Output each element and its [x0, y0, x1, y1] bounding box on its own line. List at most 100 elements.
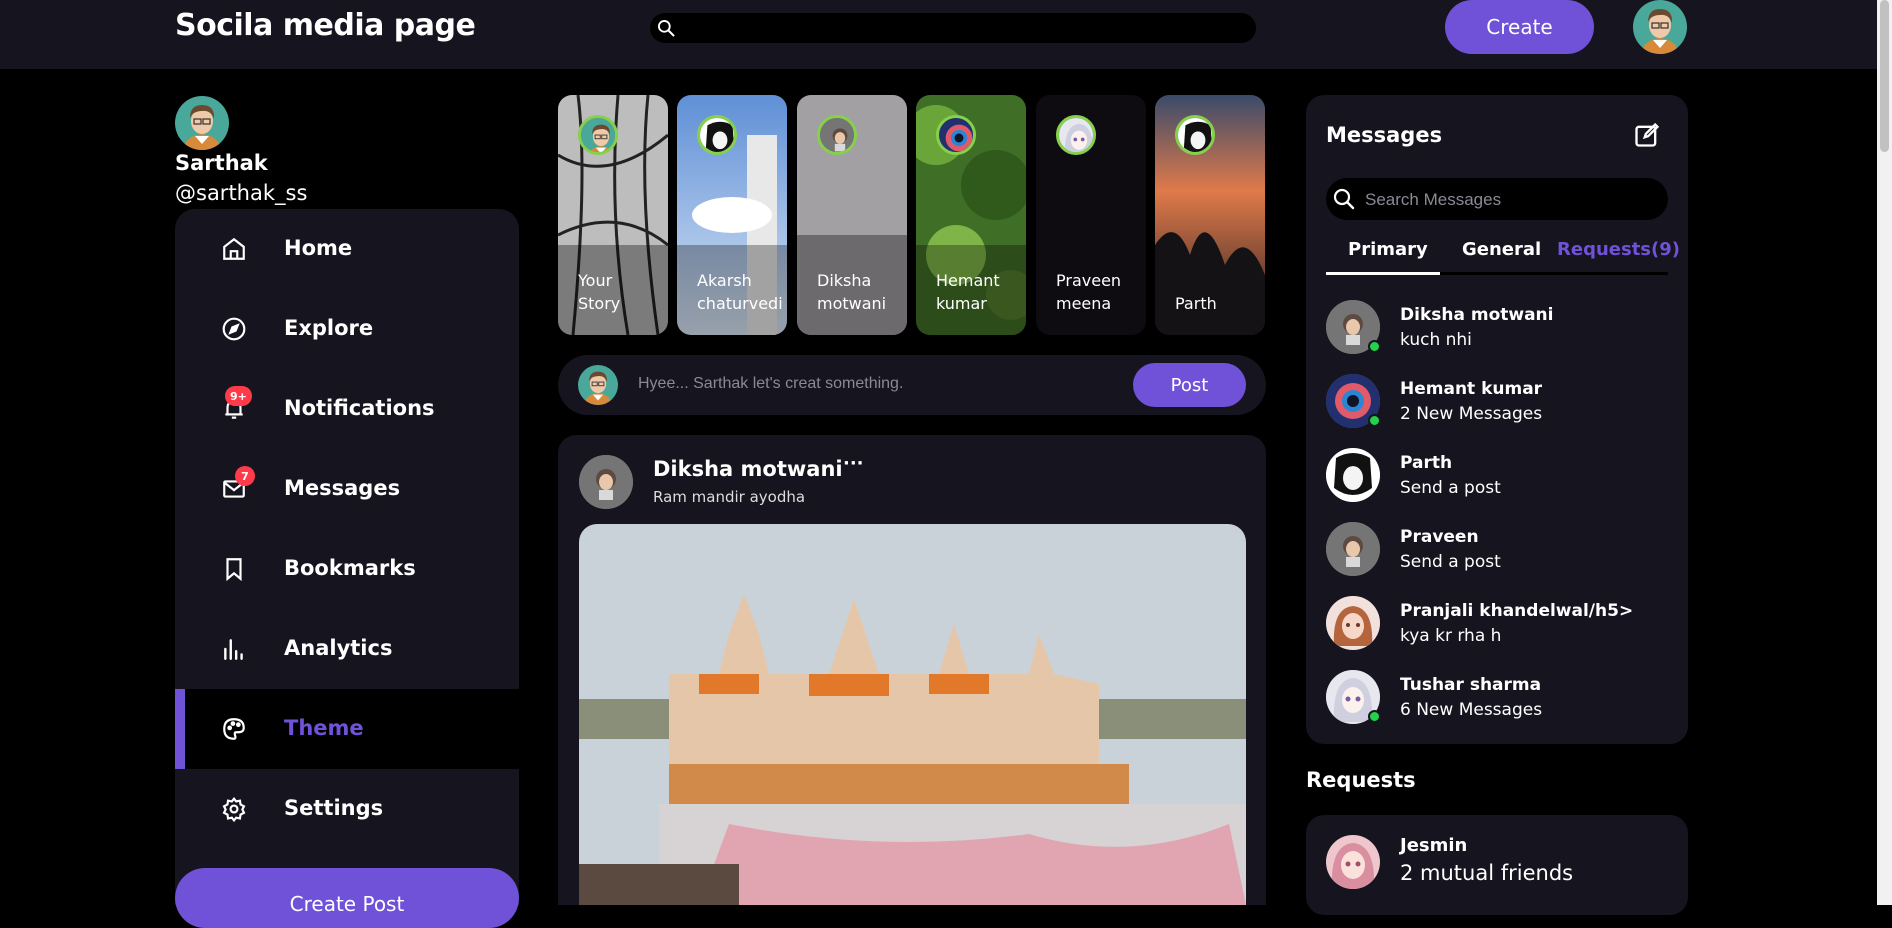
search-input[interactable]	[650, 13, 1256, 43]
message-sender: Parth	[1400, 453, 1453, 473]
message-sender: Pranjali khandelwal/h5>	[1400, 601, 1634, 621]
create-post-button[interactable]: Create Post	[175, 868, 519, 928]
edit-icon[interactable]	[1633, 121, 1661, 149]
avatar	[1326, 596, 1380, 650]
tab-requests[interactable]: Requests(9)	[1557, 239, 1680, 260]
sidebar-item-bookmarks[interactable]: Bookmarks	[175, 529, 519, 609]
story-card[interactable]: Hemant kumar	[916, 95, 1026, 335]
story-name: Diksha motwani	[817, 271, 887, 313]
more-options-icon[interactable]: ···	[843, 453, 864, 474]
create-button[interactable]: Create	[1445, 0, 1594, 54]
message-badge: 7	[235, 466, 255, 486]
story-avatar	[697, 115, 737, 155]
sidebar-item-label: Home	[284, 236, 353, 260]
messages-search-input[interactable]: Search Messages	[1326, 178, 1668, 220]
messages-title: Messages	[1326, 123, 1443, 147]
composer-input[interactable]: Hyee... Sarthak let's creat something.	[638, 375, 903, 393]
avatar	[1326, 522, 1380, 576]
profile-avatar[interactable]	[175, 96, 229, 150]
story-card[interactable]: Your Story	[558, 95, 668, 335]
active-indicator	[175, 689, 185, 769]
tab-general[interactable]: General	[1462, 239, 1541, 260]
feed-post: Diksha motwani Ram mandir ayodha ···	[558, 435, 1266, 905]
story-name: Akarsh chaturvedi	[697, 271, 783, 313]
requests-title: Requests	[1306, 768, 1416, 792]
story-card[interactable]: Parth	[1155, 95, 1265, 335]
avatar	[1326, 448, 1380, 502]
request-name: Jesmin	[1400, 835, 1468, 856]
sidebar-item-notifications[interactable]: 9+ Notifications	[175, 369, 519, 449]
home-icon	[223, 237, 245, 260]
tab-indicator	[1326, 272, 1440, 275]
story-avatar	[578, 115, 618, 155]
palette-icon	[223, 718, 245, 740]
sidebar-item-label: Theme	[284, 716, 364, 740]
story-name: Parth	[1175, 294, 1217, 313]
post-image	[579, 524, 1246, 905]
post-location: Ram mandir ayodha	[653, 488, 806, 506]
profile-handle: @sarthak_ss	[175, 181, 308, 205]
bar-chart-icon	[224, 639, 243, 660]
message-item[interactable]: Pranjali khandelwal/h5> kya kr rha h	[1326, 596, 1668, 656]
online-indicator	[1368, 710, 1381, 723]
avatar[interactable]	[579, 455, 633, 509]
profile-name: Sarthak	[175, 151, 268, 175]
search-icon	[658, 20, 675, 37]
compass-icon	[222, 317, 246, 341]
gear-icon	[222, 796, 246, 822]
scrollbar-thumb[interactable]	[1880, 0, 1889, 152]
message-preview: Send a post	[1400, 478, 1501, 498]
avatar[interactable]	[1633, 0, 1687, 54]
post-composer: Hyee... Sarthak let's creat something. P…	[558, 355, 1266, 415]
sidebar-item-theme[interactable]: Theme	[175, 689, 519, 769]
story-card[interactable]: Praveen meena	[1036, 95, 1146, 335]
message-sender: Praveen	[1400, 527, 1479, 547]
message-item[interactable]: Diksha motwani kuch nhi	[1326, 300, 1668, 360]
scrollbar[interactable]	[1877, 0, 1892, 905]
message-preview: 6 New Messages	[1400, 700, 1543, 720]
message-preview: Send a post	[1400, 552, 1501, 572]
post-author[interactable]: Diksha motwani	[653, 457, 843, 481]
messages-panel: Messages Search Messages Primary General…	[1306, 95, 1688, 744]
request-mutual: 2 mutual friends	[1400, 861, 1574, 885]
message-item[interactable]: Parth Send a post	[1326, 448, 1668, 508]
sidebar-item-label: Messages	[284, 476, 401, 500]
tab-primary[interactable]: Primary	[1348, 239, 1428, 260]
notification-badge: 9+	[225, 386, 252, 406]
search-icon	[1333, 188, 1355, 210]
story-card[interactable]: Akarsh chaturvedi	[677, 95, 787, 335]
sidebar-item-explore[interactable]: Explore	[175, 289, 519, 369]
story-avatar	[817, 115, 857, 155]
story-name: Your Story	[578, 271, 621, 313]
top-navbar: Socila media page Create	[0, 0, 1877, 69]
bookmark-icon	[226, 558, 242, 582]
story-avatar	[1056, 115, 1096, 155]
sidebar-item-label: Analytics	[284, 636, 393, 660]
sidebar-item-analytics[interactable]: Analytics	[175, 609, 519, 689]
sidebar-item-label: Settings	[284, 796, 384, 820]
message-tabs: Primary General Requests(9)	[1326, 235, 1680, 275]
friend-request-card[interactable]: Jesmin 2 mutual friends	[1306, 815, 1688, 915]
online-indicator	[1368, 340, 1381, 353]
app-title: Socila media page	[175, 8, 476, 43]
sidebar-item-home[interactable]: Home	[175, 209, 519, 289]
story-avatar	[1175, 115, 1215, 155]
story-card[interactable]: Diksha motwani	[797, 95, 907, 335]
sidebar-item-messages[interactable]: 7 Messages	[175, 449, 519, 529]
sidebar-item-settings[interactable]: Settings	[175, 769, 519, 849]
message-preview: kya kr rha h	[1400, 626, 1502, 646]
message-sender: Diksha motwani	[1400, 305, 1554, 325]
message-sender: Tushar sharma	[1400, 675, 1542, 695]
message-sender: Hemant kumar	[1400, 379, 1543, 399]
message-item[interactable]: Hemant kumar 2 New Messages	[1326, 374, 1668, 434]
story-name: Hemant kumar	[936, 271, 1000, 313]
online-indicator	[1368, 414, 1381, 427]
avatar	[1326, 835, 1380, 889]
message-preview: 2 New Messages	[1400, 404, 1543, 424]
message-item[interactable]: Praveen Send a post	[1326, 522, 1668, 582]
message-item[interactable]: Tushar sharma 6 New Messages	[1326, 670, 1668, 730]
sidebar: Home Explore 9+ Notifications 7 Messages…	[175, 209, 519, 905]
story-name: Praveen meena	[1056, 271, 1122, 313]
search-placeholder: Search Messages	[1365, 190, 1502, 209]
post-button[interactable]: Post	[1133, 363, 1246, 407]
